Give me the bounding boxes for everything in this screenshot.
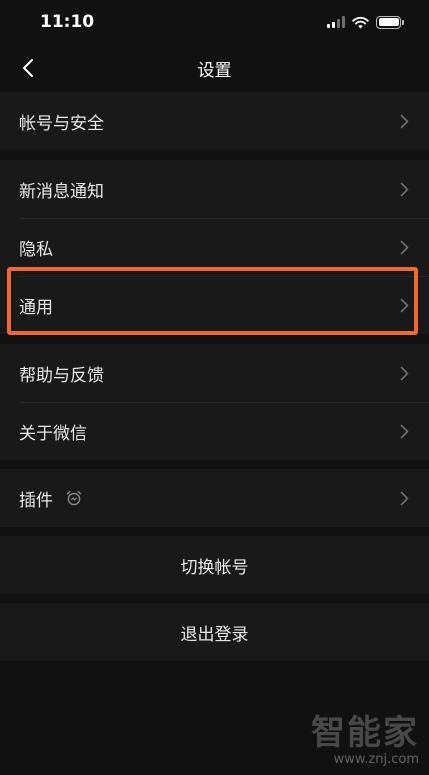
logout-label: 退出登录 xyxy=(180,624,249,645)
chevron-right-icon xyxy=(400,491,409,506)
chevron-left-icon xyxy=(23,59,33,77)
settings-item-label: 关于微信 xyxy=(19,423,87,444)
settings-item-about-wechat[interactable]: 关于微信 xyxy=(0,402,429,460)
settings-group-account: 帐号与安全 xyxy=(0,92,429,150)
settings-item-label: 隐私 xyxy=(19,239,53,260)
settings-item-label: 插件 xyxy=(19,490,53,511)
chevron-right-icon xyxy=(400,424,409,439)
settings-item-help-feedback[interactable]: 帮助与反馈 xyxy=(0,344,429,402)
watermark-url: www.znj.com xyxy=(333,752,419,767)
alarm-clock-icon xyxy=(66,490,82,506)
chevron-right-icon xyxy=(400,240,409,255)
watermark-logo: 智能家 xyxy=(311,713,419,753)
settings-item-plugins[interactable]: 插件 xyxy=(0,469,429,527)
navigation-bar: 设置 xyxy=(0,44,429,92)
page-title: 设置 xyxy=(197,60,232,81)
chevron-right-icon xyxy=(400,182,409,197)
settings-item-account-security[interactable]: 帐号与安全 xyxy=(0,92,429,150)
watermark: 智能家 www.znj.com xyxy=(311,705,419,767)
highlight-box xyxy=(7,267,418,335)
settings-item-label: 新消息通知 xyxy=(19,181,104,202)
status-icons xyxy=(327,15,404,29)
settings-group-about: 帮助与反馈 关于微信 xyxy=(0,344,429,460)
settings-item-label: 帐号与安全 xyxy=(19,113,104,134)
settings-group-plugins: 插件 xyxy=(0,469,429,527)
settings-item-notifications[interactable]: 新消息通知 xyxy=(0,160,429,218)
chevron-right-icon xyxy=(400,114,409,129)
chevron-right-icon xyxy=(400,366,409,381)
settings-item-label: 帮助与反馈 xyxy=(19,365,104,386)
status-bar: 11:10 xyxy=(0,0,429,44)
logout-button[interactable]: 退出登录 xyxy=(0,603,429,661)
battery-icon xyxy=(376,15,404,29)
status-time: 11:10 xyxy=(40,12,95,32)
switch-account-button[interactable]: 切换帐号 xyxy=(0,536,429,594)
cellular-signal-icon xyxy=(327,16,345,28)
switch-account-label: 切换帐号 xyxy=(180,557,249,578)
wifi-icon xyxy=(352,16,369,28)
back-button[interactable] xyxy=(14,54,42,82)
